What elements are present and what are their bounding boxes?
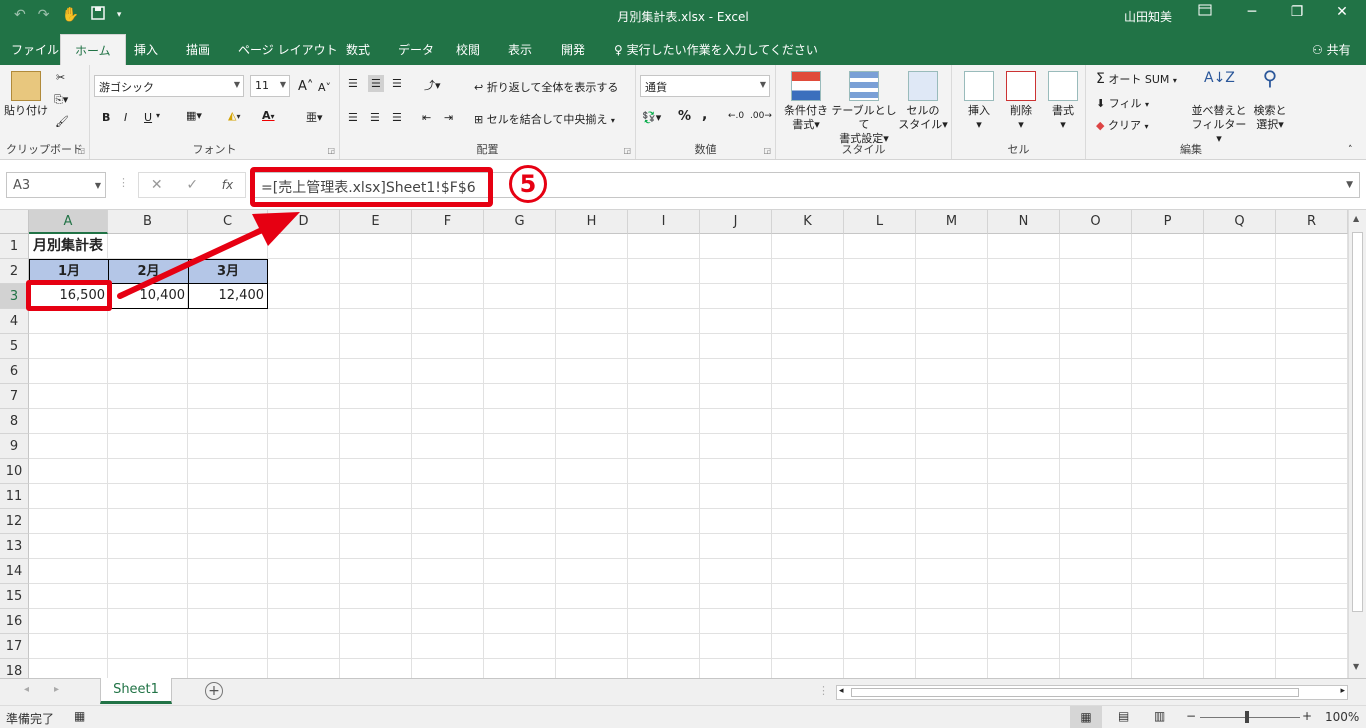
zoom-in-icon[interactable]: + [1302, 709, 1312, 723]
vertical-scrollbar[interactable]: ▲ ▼ [1348, 210, 1366, 678]
add-sheet-icon[interactable]: + [205, 682, 223, 700]
scroll-left-icon[interactable]: ◂ [839, 686, 844, 696]
status-bar: 準備完了 ▦ ▦ ▤ ▥ − + 100% [0, 705, 1366, 728]
macro-record-icon[interactable]: ▦ [74, 709, 85, 723]
prev-sheet-icon[interactable]: ◂ [24, 684, 29, 695]
horizontal-scroll-thumb[interactable] [851, 688, 1299, 697]
page-break-view-icon[interactable]: ▥ [1154, 709, 1165, 723]
sheet-tab-bar: ◂ ▸ Sheet1 + ⋮ ◂ ▸ [0, 678, 1366, 705]
next-sheet-icon[interactable]: ▸ [54, 684, 59, 695]
zoom-slider-track[interactable] [1200, 717, 1300, 718]
horizontal-scrollbar[interactable]: ◂ ▸ [836, 685, 1348, 700]
zoom-level[interactable]: 100% [1325, 710, 1359, 724]
annotation-arrow [117, 212, 300, 299]
normal-view-icon[interactable]: ▦ [1070, 706, 1102, 728]
zoom-out-icon[interactable]: − [1186, 709, 1196, 723]
sheet-tab-sheet1[interactable]: Sheet1 [100, 678, 172, 704]
tab-split-handle-icon[interactable]: ⋮ [818, 684, 829, 697]
scroll-down-icon[interactable]: ▼ [1353, 662, 1359, 671]
zoom-slider-thumb[interactable] [1245, 711, 1249, 723]
status-ready: 準備完了 [6, 712, 55, 726]
page-layout-view-icon[interactable]: ▤ [1118, 709, 1129, 723]
scroll-right-icon[interactable]: ▸ [1340, 686, 1345, 696]
scroll-up-icon[interactable]: ▲ [1353, 214, 1359, 223]
vertical-scroll-thumb[interactable] [1352, 232, 1363, 612]
